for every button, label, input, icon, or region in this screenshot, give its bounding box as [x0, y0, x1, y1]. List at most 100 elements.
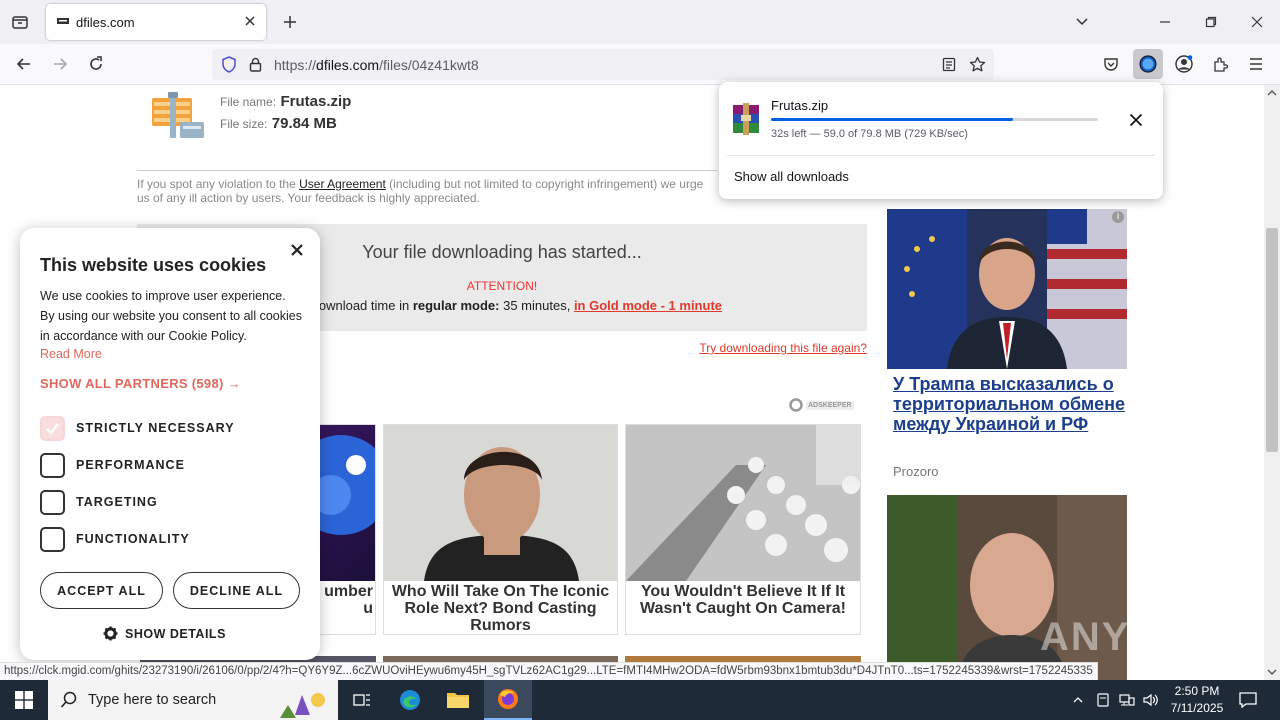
tab-dfiles[interactable]: dfiles.com	[46, 4, 266, 40]
functionality-checkbox[interactable]	[40, 527, 65, 552]
close-window-icon[interactable]	[1242, 7, 1272, 37]
scroll-down-icon[interactable]	[1264, 664, 1280, 680]
violation-text-1: If you spot any violation to the	[137, 177, 300, 191]
tab-list-icon[interactable]	[5, 7, 35, 37]
ad-image-2	[384, 425, 617, 581]
file-name-label: File name:	[220, 95, 277, 109]
notifications-icon[interactable]	[1239, 692, 1257, 708]
user-agreement-link[interactable]: User Agreement	[299, 177, 386, 191]
list-all-tabs-icon[interactable]	[1067, 7, 1097, 37]
gear-icon	[103, 626, 118, 641]
retry-download-link[interactable]: Try downloading this file again?	[699, 341, 867, 355]
panel-divider	[727, 155, 1155, 156]
search-placeholder: Type here to search	[88, 692, 217, 708]
show-details-button[interactable]: SHOW DETAILS	[103, 626, 226, 641]
ad-image-3	[626, 425, 860, 581]
tab-title: dfiles.com	[76, 15, 135, 30]
back-icon[interactable]	[9, 49, 39, 79]
tracking-protection-shield-icon[interactable]	[221, 56, 237, 73]
download-progress-bar	[771, 118, 1098, 121]
show-hidden-icons-icon[interactable]	[1072, 694, 1084, 706]
firefox-icon	[498, 689, 518, 709]
adskeeper-logo: ADSKEEPER	[789, 398, 854, 412]
bookmark-star-icon[interactable]	[969, 56, 986, 73]
start-button[interactable]	[0, 680, 48, 720]
clock-time: 2:50 PM	[1174, 684, 1220, 698]
anyrun-watermark: ANY.RUN	[1040, 615, 1232, 659]
download-progress-fill	[771, 118, 1013, 121]
show-all-partners-link[interactable]: SHOW ALL PARTNERS (598) →	[40, 376, 241, 391]
network-icon[interactable]	[1119, 693, 1135, 707]
avg-time: 35 minutes,	[499, 298, 574, 313]
scroll-up-icon[interactable]	[1264, 85, 1280, 101]
news-source: Prozoro	[893, 464, 939, 479]
show-details-label: SHOW DETAILS	[125, 626, 226, 641]
performance-checkbox[interactable]	[40, 453, 65, 478]
download-filename[interactable]: Frutas.zip	[771, 98, 828, 113]
read-more-link[interactable]: Read More	[40, 347, 102, 361]
search-icon	[60, 691, 77, 708]
extensions-icon[interactable]	[1205, 49, 1235, 79]
minimize-window-icon[interactable]	[1150, 7, 1180, 37]
cancel-download-icon[interactable]	[1129, 113, 1143, 127]
ad-info-icon[interactable]: i	[1112, 211, 1124, 223]
targeting-checkbox[interactable]	[40, 490, 65, 515]
violation-notice: If you spot any violation to the User Ag…	[137, 177, 737, 205]
close-cookie-dialog-icon[interactable]	[290, 243, 304, 257]
tab-bar: dfiles.com	[0, 0, 1280, 44]
strictly-necessary-checkbox[interactable]	[40, 416, 65, 441]
folder-icon	[447, 693, 469, 708]
adskeeper-text: ADSKEEPER	[806, 400, 854, 410]
show-all-downloads-button[interactable]: Show all downloads	[734, 169, 849, 184]
scrollbar-thumb[interactable]	[1266, 228, 1278, 452]
check-icon	[46, 423, 59, 435]
site-favicon-icon	[56, 15, 70, 29]
targeting-label: TARGETING	[76, 495, 158, 509]
search-highlight-icon	[280, 693, 325, 718]
ad-card-2[interactable]: Who Will Take On The Iconic Role Next? B…	[383, 424, 618, 635]
pocket-icon[interactable]	[1096, 49, 1126, 79]
decline-all-button[interactable]: DECLINE ALL	[173, 572, 300, 609]
forward-icon[interactable]	[45, 49, 75, 79]
file-name-row: File name: Frutas.zip	[220, 93, 351, 111]
file-name-value: Frutas.zip	[280, 93, 352, 110]
cookie-dialog-title: This website uses cookies	[40, 255, 267, 275]
downloads-panel: Frutas.zip 32s left — 59.0 of 79.8 MB (7…	[719, 82, 1163, 199]
accept-all-button[interactable]: ACCEPT ALL	[40, 572, 163, 609]
edge-taskbar-button[interactable]	[386, 680, 434, 720]
menu-icon[interactable]	[1241, 49, 1271, 79]
system-clock[interactable]: 2:50 PM 7/11/2025	[1163, 683, 1231, 717]
file-size-row: File size: 79.84 MB	[220, 115, 337, 133]
task-view-button[interactable]	[338, 680, 386, 720]
ad-caption-3: You Wouldn't Believe It If It Wasn't Cau…	[640, 583, 846, 617]
ad-card-3[interactable]: You Wouldn't Believe It If It Wasn't Cau…	[625, 424, 861, 635]
url-prefix: https://	[274, 57, 317, 73]
firefox-taskbar-button[interactable]	[484, 680, 532, 720]
url-text[interactable]: https://dfiles.com/files/04z41kwt8	[274, 57, 479, 73]
adskeeper-icon	[789, 398, 803, 412]
close-tab-icon[interactable]	[244, 15, 256, 27]
file-size-label: File size:	[220, 117, 268, 131]
ad-caption-2: Who Will Take On The Iconic Role Next? B…	[391, 583, 610, 634]
link-status-url: https://clck.mgid.com/ghits/23273190/i/2…	[0, 662, 1098, 680]
performance-label: PERFORMANCE	[76, 458, 185, 472]
taskbar-search-box[interactable]: Type here to search	[48, 680, 338, 720]
address-bar[interactable]: https://dfiles.com/files/04z41kwt8	[212, 49, 994, 80]
lock-icon[interactable]	[249, 57, 262, 72]
device-icon[interactable]	[1096, 693, 1110, 707]
account-icon[interactable]	[1169, 49, 1199, 79]
reload-icon[interactable]	[81, 49, 111, 79]
navigation-toolbar: https://dfiles.com/files/04z41kwt8	[0, 44, 1280, 85]
windows-taskbar: Type here to search 2:50 PM 7/11/2025	[0, 680, 1280, 720]
windows-logo-icon	[15, 691, 33, 709]
news-headline-link[interactable]: У Трампа высказались о территориальном о…	[893, 374, 1128, 434]
download-status-text: 32s left — 59.0 of 79.8 MB (729 KB/sec)	[771, 128, 968, 140]
volume-icon[interactable]	[1143, 693, 1159, 707]
downloads-icon[interactable]	[1133, 49, 1163, 79]
file-explorer-taskbar-button[interactable]	[434, 680, 482, 720]
new-tab-icon[interactable]	[275, 7, 305, 37]
gold-mode-link[interactable]: in Gold mode - 1 minute	[574, 298, 722, 313]
reader-view-icon[interactable]	[942, 57, 956, 72]
restore-window-icon[interactable]	[1196, 7, 1226, 37]
news-image-1[interactable]: i	[887, 209, 1127, 369]
